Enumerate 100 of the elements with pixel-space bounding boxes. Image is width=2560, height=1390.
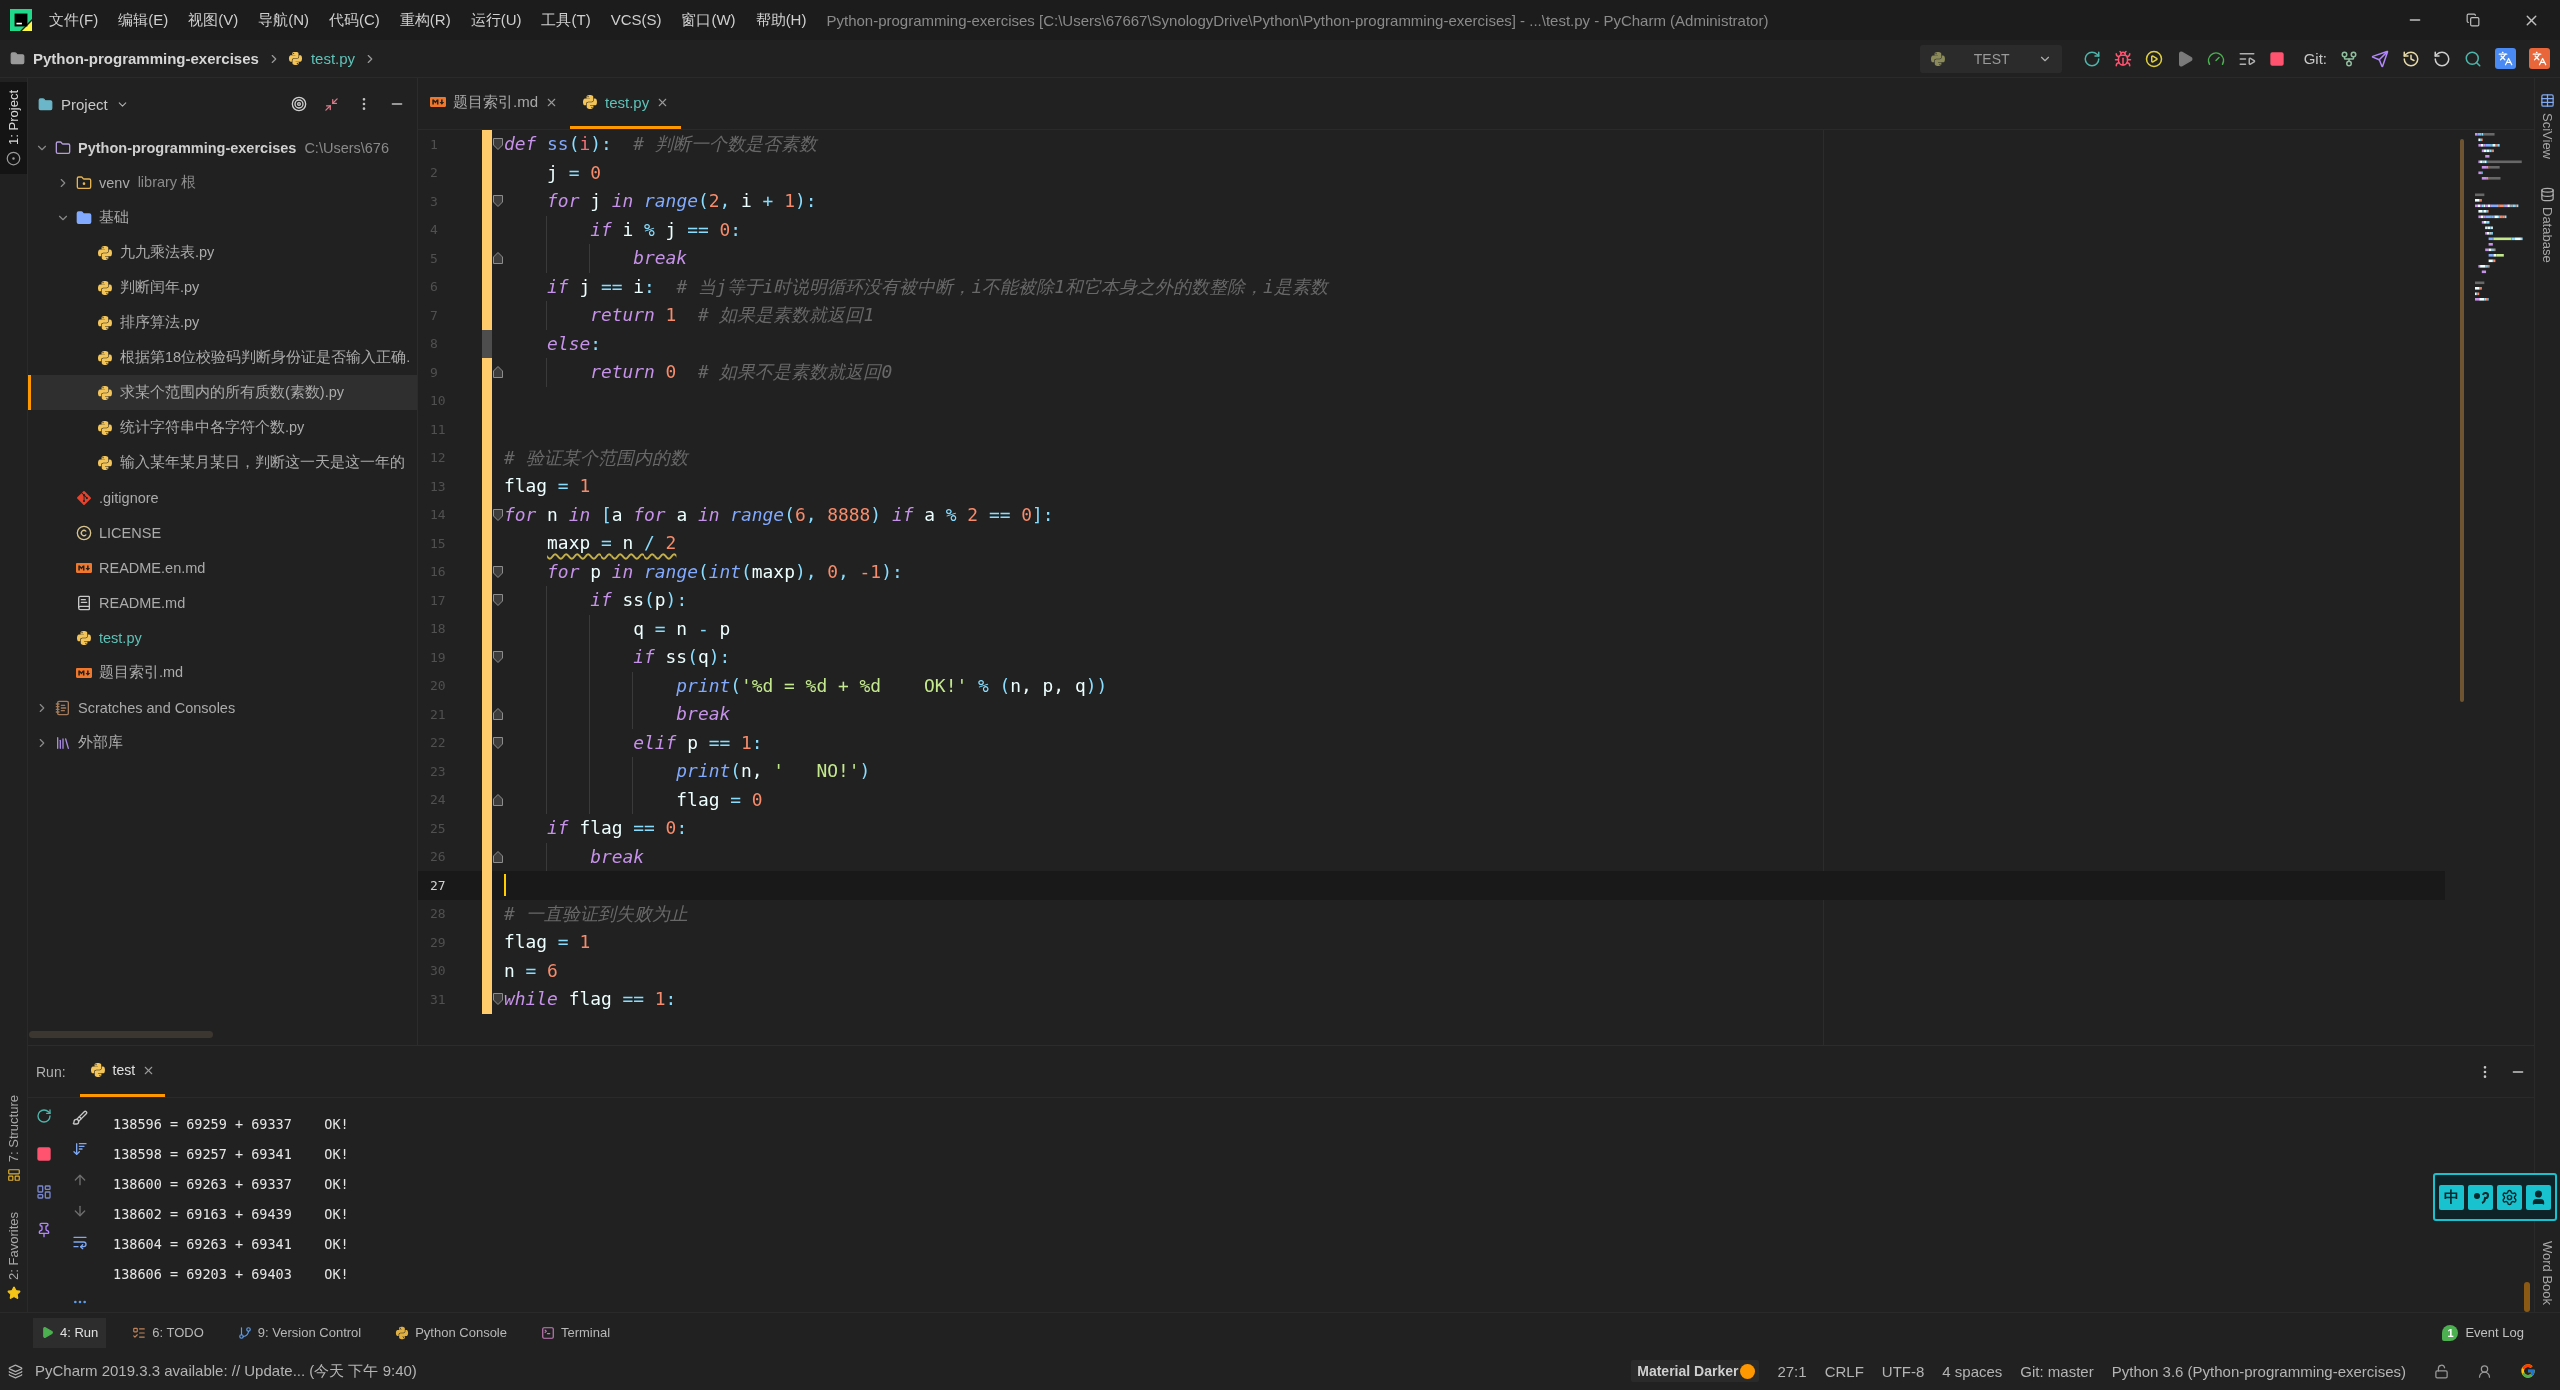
- send-icon[interactable]: [2371, 49, 2389, 68]
- punctuation-icon[interactable]: [2468, 1184, 2493, 1210]
- fold-icon[interactable]: [493, 708, 503, 721]
- menu-item[interactable]: VCS(S): [600, 0, 672, 40]
- menu-item[interactable]: 文件(F): [39, 0, 109, 40]
- run-config-dropdown[interactable]: TEST: [1919, 44, 2062, 73]
- wrap-text-icon[interactable]: [72, 1234, 88, 1250]
- breadcrumb[interactable]: Python-programming-exercises: [33, 50, 259, 67]
- tool-window-button[interactable]: 7: Structure: [0, 1086, 27, 1191]
- undo-icon[interactable]: [2433, 49, 2451, 68]
- menu-item[interactable]: 重构(R): [389, 0, 461, 40]
- bug-icon[interactable]: [2113, 49, 2132, 68]
- status-item[interactable]: 4 spaces: [1942, 1362, 2003, 1380]
- target-icon[interactable]: [291, 96, 307, 112]
- tool-window-button[interactable]: Word Book: [2540, 1240, 2555, 1305]
- scrollbar-thumb[interactable]: [2460, 139, 2464, 702]
- tree-item[interactable]: 判断闰年.py: [28, 270, 417, 305]
- fold-icon[interactable]: [493, 594, 503, 607]
- tree-item[interactable]: LICENSE: [28, 515, 417, 550]
- tree-item[interactable]: .gitignore: [28, 480, 417, 515]
- scrollbar-thumb[interactable]: [29, 1030, 213, 1038]
- fold-icon[interactable]: [493, 195, 503, 208]
- brush-icon[interactable]: [72, 1110, 88, 1126]
- ime-mode-button[interactable]: 中: [2439, 1184, 2464, 1210]
- tool-window-tab[interactable]: 9: Version Control: [229, 1317, 370, 1348]
- tree-item[interactable]: Python-programming-exercises C:\Users\676: [28, 130, 417, 165]
- tool-window-button[interactable]: Database: [2540, 187, 2555, 263]
- fold-icon[interactable]: [493, 138, 503, 151]
- translate-icon[interactable]: [2529, 48, 2550, 69]
- breadcrumb[interactable]: test.py: [310, 50, 356, 67]
- tree-item[interactable]: 外部库: [28, 725, 417, 760]
- layout-icon[interactable]: [36, 1184, 52, 1200]
- lock-icon[interactable]: [2434, 1363, 2449, 1379]
- event-log-button[interactable]: 1 Event Log: [2442, 1324, 2524, 1341]
- fold-icon[interactable]: [493, 565, 503, 578]
- stop-icon[interactable]: [36, 1146, 52, 1162]
- refresh-icon[interactable]: [2082, 49, 2101, 68]
- tree-item[interactable]: Scratches and Consoles: [28, 690, 417, 725]
- tree-item[interactable]: test.py: [28, 620, 417, 655]
- tool-window-button[interactable]: 1: Project: [0, 82, 27, 174]
- menu-item[interactable]: 代码(C): [319, 0, 390, 40]
- fork-icon[interactable]: [2340, 49, 2358, 68]
- stop-icon[interactable]: [2268, 50, 2285, 67]
- menu-item[interactable]: 导航(N): [248, 0, 319, 40]
- menu-item[interactable]: 窗口(W): [671, 0, 746, 40]
- search-icon[interactable]: [2464, 49, 2482, 68]
- status-item[interactable]: 27:1: [1777, 1362, 1807, 1380]
- tree-item[interactable]: 统计字符串中各字符个数.py: [28, 410, 417, 445]
- menu-item[interactable]: 工具(T): [531, 0, 601, 40]
- settings-icon-tile[interactable]: [2497, 1184, 2522, 1210]
- menu-item[interactable]: 运行(U): [460, 0, 532, 40]
- arrow-down-icon[interactable]: [72, 1203, 88, 1219]
- tree-item[interactable]: README.md: [28, 585, 417, 620]
- fold-icon[interactable]: [493, 366, 503, 379]
- fold-icon[interactable]: [493, 508, 503, 521]
- tree-item[interactable]: venv library 根: [28, 165, 417, 200]
- arrow-up-icon[interactable]: [72, 1172, 88, 1188]
- fold-icon[interactable]: [493, 651, 503, 664]
- scrollbar-thumb[interactable]: [2524, 1282, 2530, 1312]
- tree-item[interactable]: 输入某年某月某日，判断这一天是这一年的: [28, 445, 417, 480]
- play-circle-icon[interactable]: [2144, 49, 2163, 68]
- tree-item[interactable]: 九九乘法表.py: [28, 235, 417, 270]
- view-dropdown[interactable]: Project: [38, 95, 129, 113]
- status-item[interactable]: Python 3.6 (Python-programming-exercises): [2111, 1362, 2406, 1380]
- run-tab[interactable]: test: [79, 1046, 166, 1097]
- tree-item[interactable]: 基础: [28, 200, 417, 235]
- tree-item[interactable]: README.en.md: [28, 550, 417, 585]
- tool-window-tab[interactable]: Terminal: [533, 1317, 619, 1348]
- tool-window-tab[interactable]: 4: Run: [33, 1317, 107, 1348]
- editor-tab[interactable]: 题目索引.md: [418, 78, 570, 129]
- tool-window-tab[interactable]: 6: TODO: [124, 1317, 212, 1348]
- fold-icon[interactable]: [493, 252, 503, 265]
- fold-icon[interactable]: [493, 793, 503, 806]
- pin-icon[interactable]: [36, 1222, 52, 1238]
- restore-icon[interactable]: [2466, 13, 2480, 27]
- layers-icon[interactable]: [8, 1363, 23, 1379]
- tool-window-button[interactable]: SciView: [2540, 93, 2555, 159]
- tree-item[interactable]: 求某个范围内的所有质数(素数).py: [28, 375, 417, 410]
- gauge-icon[interactable]: [2206, 49, 2225, 68]
- collapse-icon[interactable]: [324, 96, 339, 112]
- history-icon[interactable]: [2402, 49, 2420, 68]
- translate-icon[interactable]: [2495, 48, 2516, 69]
- tool-window-button[interactable]: 2: Favorites: [0, 1204, 27, 1308]
- status-item[interactable]: UTF-8: [1881, 1362, 1925, 1380]
- status-item[interactable]: Git: master: [2020, 1362, 2094, 1380]
- fold-icon[interactable]: [493, 736, 503, 749]
- fold-icon[interactable]: [493, 993, 503, 1006]
- user-icon[interactable]: [2477, 1363, 2492, 1379]
- refresh-icon[interactable]: [36, 1108, 52, 1124]
- tree-item[interactable]: 根据第18位校验码判断身份证是否输入正确.: [28, 340, 417, 375]
- tree-item[interactable]: 排序算法.py: [28, 305, 417, 340]
- editor-tab[interactable]: test.py: [570, 78, 682, 129]
- tree-item[interactable]: 题目索引.md: [28, 655, 417, 690]
- theme-indicator[interactable]: Material Darker: [1631, 1360, 1760, 1382]
- sort-icon[interactable]: [72, 1141, 88, 1157]
- menu-item[interactable]: 帮助(H): [745, 0, 817, 40]
- google-icon[interactable]: [2520, 1363, 2536, 1379]
- tool-window-tab[interactable]: Python Console: [387, 1317, 515, 1348]
- menu-item[interactable]: 编辑(E): [108, 0, 179, 40]
- fold-icon[interactable]: [493, 850, 503, 863]
